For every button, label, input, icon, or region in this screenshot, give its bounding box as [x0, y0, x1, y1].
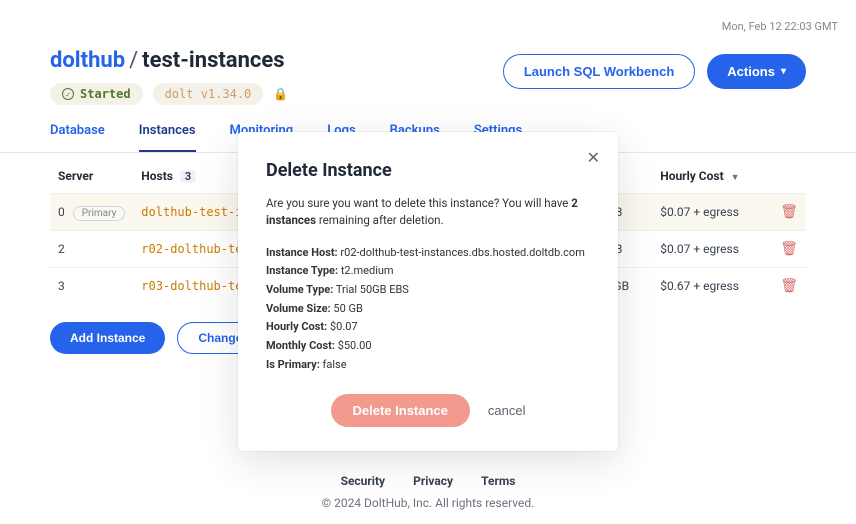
check-icon: ✓: [62, 88, 74, 100]
col-server: Server: [50, 153, 133, 194]
close-icon[interactable]: ✕: [587, 148, 600, 168]
cancel-button[interactable]: cancel: [488, 403, 526, 418]
trash-icon[interactable]: 🗑: [780, 278, 798, 294]
breadcrumb: dolthub/test-instances: [50, 48, 288, 73]
footer-copyright: © 2024 DoltHub, Inc. All rights reserved…: [0, 496, 856, 510]
footer-link-terms[interactable]: Terms: [481, 474, 515, 488]
trash-icon[interactable]: 🗑: [780, 204, 798, 220]
add-instance-button[interactable]: Add Instance: [50, 322, 165, 354]
footer-link-privacy[interactable]: Privacy: [413, 474, 453, 488]
status-badge: ✓ Started: [50, 83, 143, 105]
trash-icon[interactable]: 🗑: [780, 241, 798, 257]
chevron-down-icon: ▾: [781, 66, 786, 77]
tab-database[interactable]: Database: [50, 123, 105, 152]
delete-instance-modal: ✕ Delete Instance Are you sure you want …: [238, 132, 618, 451]
modal-confirm-text: Are you sure you want to delete this ins…: [266, 195, 590, 230]
sort-caret-icon: ▼: [731, 173, 740, 183]
lock-icon: 🔒: [273, 87, 288, 101]
breadcrumb-owner[interactable]: dolthub: [50, 48, 125, 73]
primary-badge: Primary: [73, 206, 126, 221]
version-badge: dolt v1.34.0: [153, 83, 264, 105]
actions-menu-button[interactable]: Actions ▾: [707, 54, 806, 89]
tab-instances[interactable]: Instances: [139, 123, 196, 152]
hosts-count-badge: 3: [180, 170, 196, 183]
breadcrumb-repo[interactable]: test-instances: [142, 48, 284, 73]
confirm-delete-button[interactable]: Delete Instance: [331, 394, 470, 427]
col-cost[interactable]: Hourly Cost ▼: [652, 153, 772, 194]
launch-workbench-button[interactable]: Launch SQL Workbench: [503, 54, 695, 89]
modal-details: Instance Host: r02-dolthub-test-instance…: [266, 244, 590, 375]
footer: Security Privacy Terms © 2024 DoltHub, I…: [0, 458, 856, 524]
modal-title: Delete Instance: [266, 160, 590, 181]
footer-link-security[interactable]: Security: [341, 474, 386, 488]
page-timestamp: Mon, Feb 12 22:03 GMT: [722, 20, 838, 33]
